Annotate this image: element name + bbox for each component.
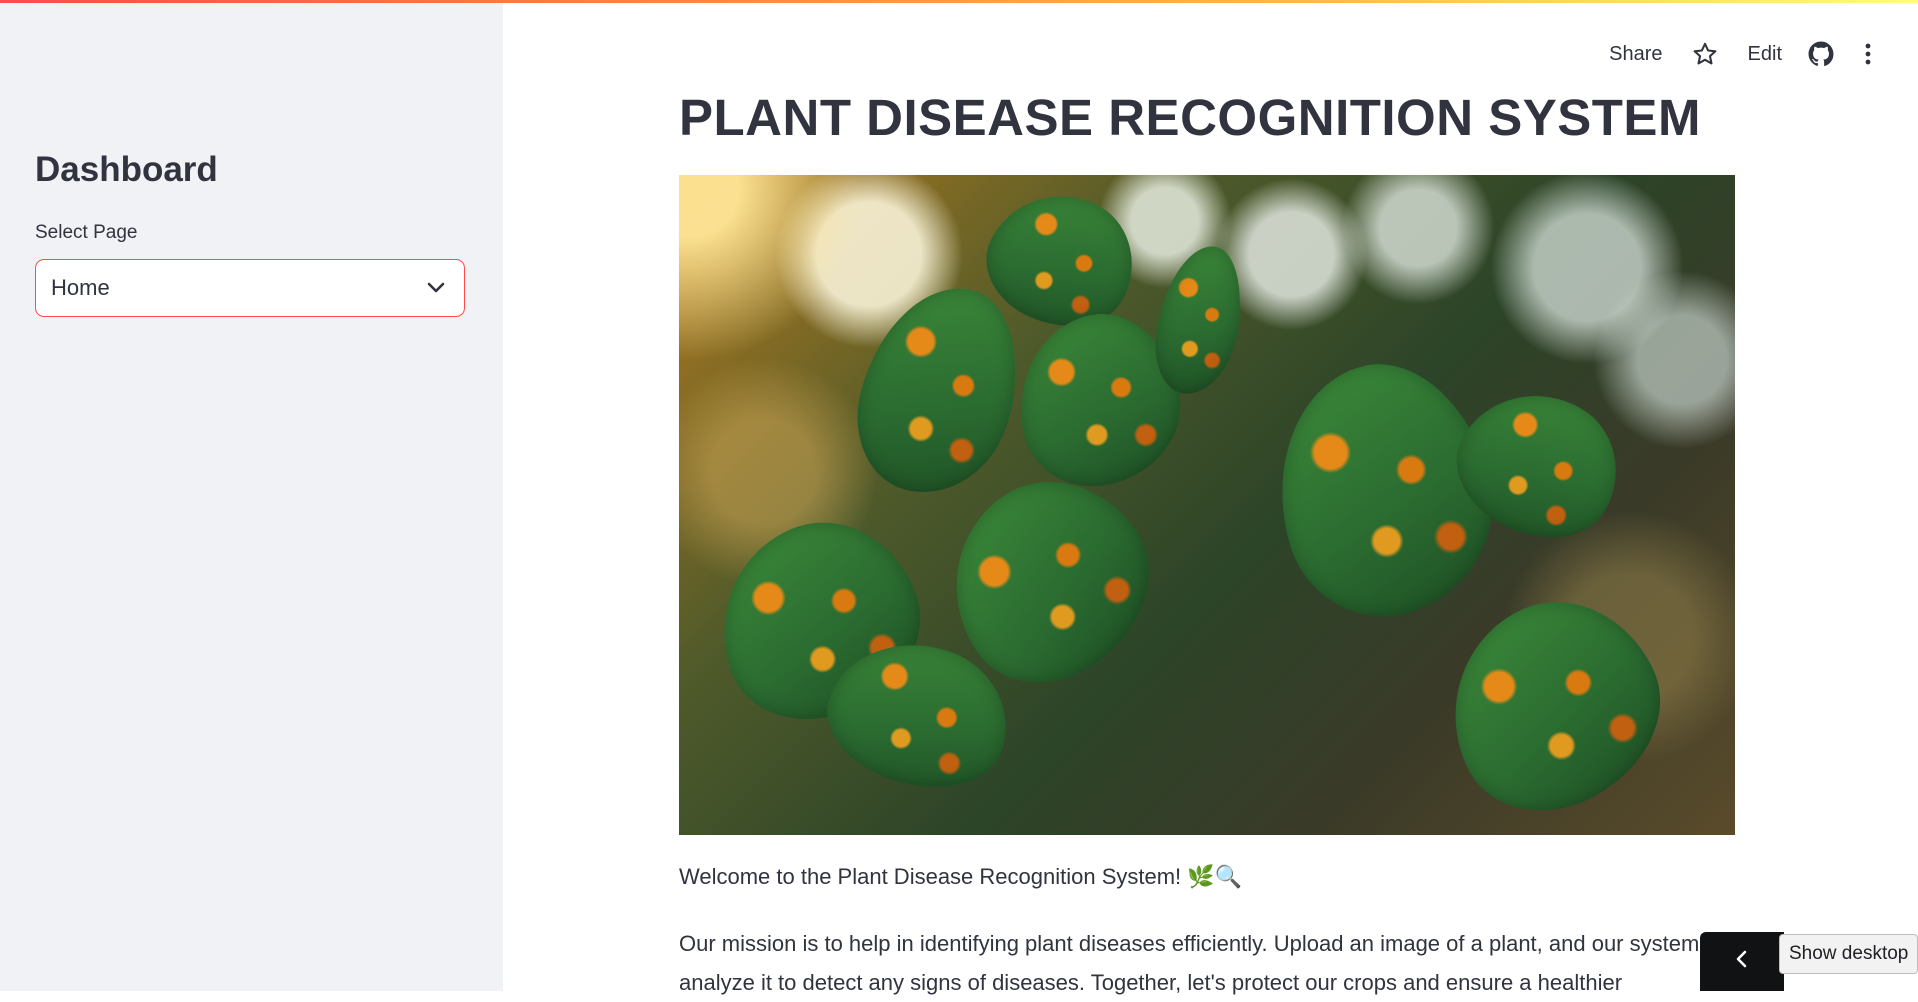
sidebar: Dashboard Select Page Home	[0, 0, 503, 991]
chevron-down-icon	[426, 278, 446, 298]
app-toolbar: Share Edit	[1609, 38, 1918, 70]
leaf-shape	[1416, 569, 1692, 835]
show-desktop-button[interactable]: Show desktop	[1779, 934, 1918, 974]
plant-disease-image	[679, 175, 1735, 835]
select-page-label: Select Page	[35, 222, 138, 243]
edit-button[interactable]: Edit	[1748, 43, 1782, 66]
leaf-shape	[839, 269, 1039, 511]
star-icon[interactable]	[1692, 41, 1718, 67]
collapse-button[interactable]	[1700, 932, 1784, 991]
welcome-text: Welcome to the Plant Disease Recognition…	[679, 864, 1243, 889]
mission-text: Our mission is to help in identifying pl…	[679, 931, 1736, 995]
leaf-shape	[1146, 239, 1252, 401]
page-select[interactable]: Home	[35, 259, 465, 317]
share-button[interactable]: Share	[1609, 43, 1662, 66]
page-select-value: Home	[51, 275, 110, 300]
github-icon[interactable]	[1808, 41, 1834, 67]
more-vertical-icon[interactable]	[1864, 42, 1872, 66]
chevron-left-icon	[1735, 949, 1749, 974]
header-decoration-bar	[0, 0, 1918, 3]
page-title: PLANT DISEASE RECOGNITION SYSTEM	[679, 89, 1701, 146]
sidebar-title: Dashboard	[35, 150, 218, 189]
